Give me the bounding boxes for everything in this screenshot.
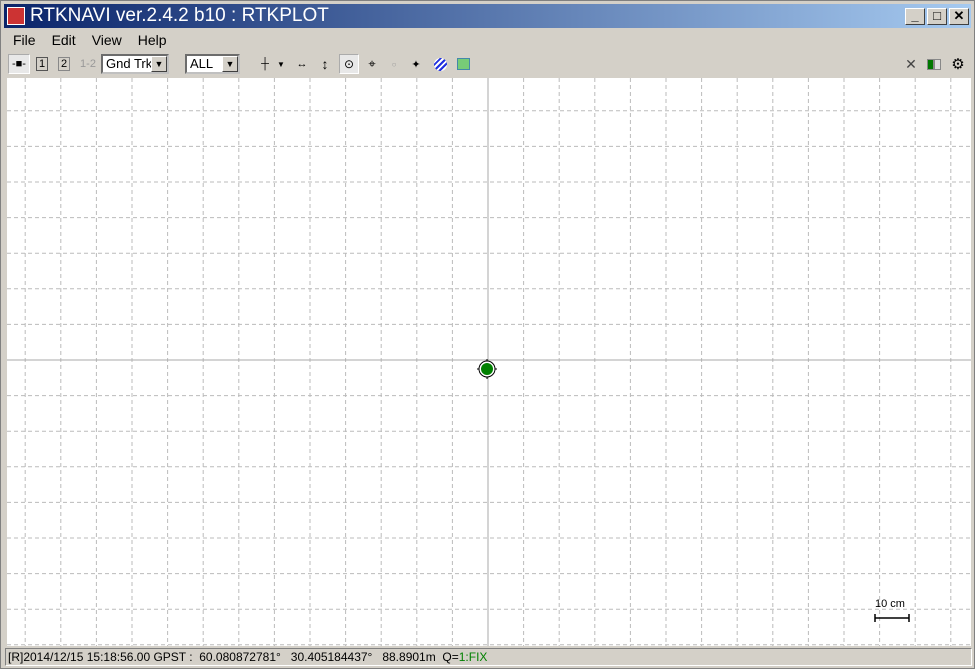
app-icon: [7, 7, 25, 25]
window: RTKNAVI ver.2.4.2 b10 : RTKPLOT _ □ ✕ Fi…: [0, 0, 975, 669]
minimize-button[interactable]: _: [905, 8, 925, 25]
status-quality: 1:FIX: [458, 650, 488, 664]
plot-type-select[interactable]: Gnd Trk ▼: [101, 54, 169, 74]
solution1-label: 1: [35, 57, 49, 71]
title-bar: RTKNAVI ver.2.4.2 b10 : RTKPLOT _ □ ✕: [4, 4, 971, 28]
position-point: [481, 363, 493, 375]
scale-label: 10 cm: [875, 598, 905, 610]
gear-icon[interactable]: ⚙: [949, 54, 967, 74]
fit-horizontal-button[interactable]: ↔: [293, 54, 311, 74]
menu-help[interactable]: Help: [138, 32, 167, 48]
ground-track-plot: [7, 78, 971, 646]
show-track-button[interactable]: ⊙: [339, 54, 359, 74]
close-button[interactable]: ✕: [949, 8, 969, 25]
close-icon[interactable]: ✕: [903, 54, 919, 74]
chevron-down-icon: ▼: [151, 56, 167, 72]
solution2-label: 2: [57, 57, 71, 71]
solution2-button[interactable]: 2: [55, 54, 73, 74]
menu-file[interactable]: File: [13, 32, 36, 48]
plot-type-value: Gnd Trk: [106, 56, 153, 71]
window-title: RTKNAVI ver.2.4.2 b10 : RTKPLOT: [30, 5, 329, 26]
menu-view[interactable]: View: [92, 32, 122, 48]
menu-bar: File Edit View Help: [13, 32, 183, 48]
small-point-button[interactable]: ○: [386, 54, 402, 74]
solution1-button[interactable]: 1: [33, 54, 51, 74]
solution12-button[interactable]: 1-2: [77, 54, 99, 74]
fit-vertical-button[interactable]: ↕: [316, 54, 334, 74]
maximize-button[interactable]: □: [927, 8, 947, 25]
globe-icon[interactable]: [431, 54, 449, 74]
panel-toggle-icon[interactable]: [925, 54, 943, 74]
status-bar: [R]2014/12/15 15:18:56.00 GPST : 60.0808…: [5, 648, 972, 666]
menu-edit[interactable]: Edit: [52, 32, 76, 48]
map-icon[interactable]: [454, 54, 472, 74]
plot-area[interactable]: 10 cm: [7, 78, 971, 646]
chevron-down-icon: ▼: [222, 56, 238, 72]
status-solution: [R]2014/12/15 15:18:56.00 GPST : 60.0808…: [8, 650, 459, 664]
point-button[interactable]: ✦: [407, 54, 425, 74]
fix-horizontal-button[interactable]: ⌖: [363, 54, 381, 74]
connect-button[interactable]: -■-: [8, 54, 30, 74]
satellite-value: ALL: [190, 56, 214, 71]
satellite-select[interactable]: ALL ▼: [185, 54, 240, 74]
chevron-down-icon[interactable]: ▼: [275, 54, 287, 74]
center-origin-button[interactable]: ┼: [257, 54, 273, 74]
